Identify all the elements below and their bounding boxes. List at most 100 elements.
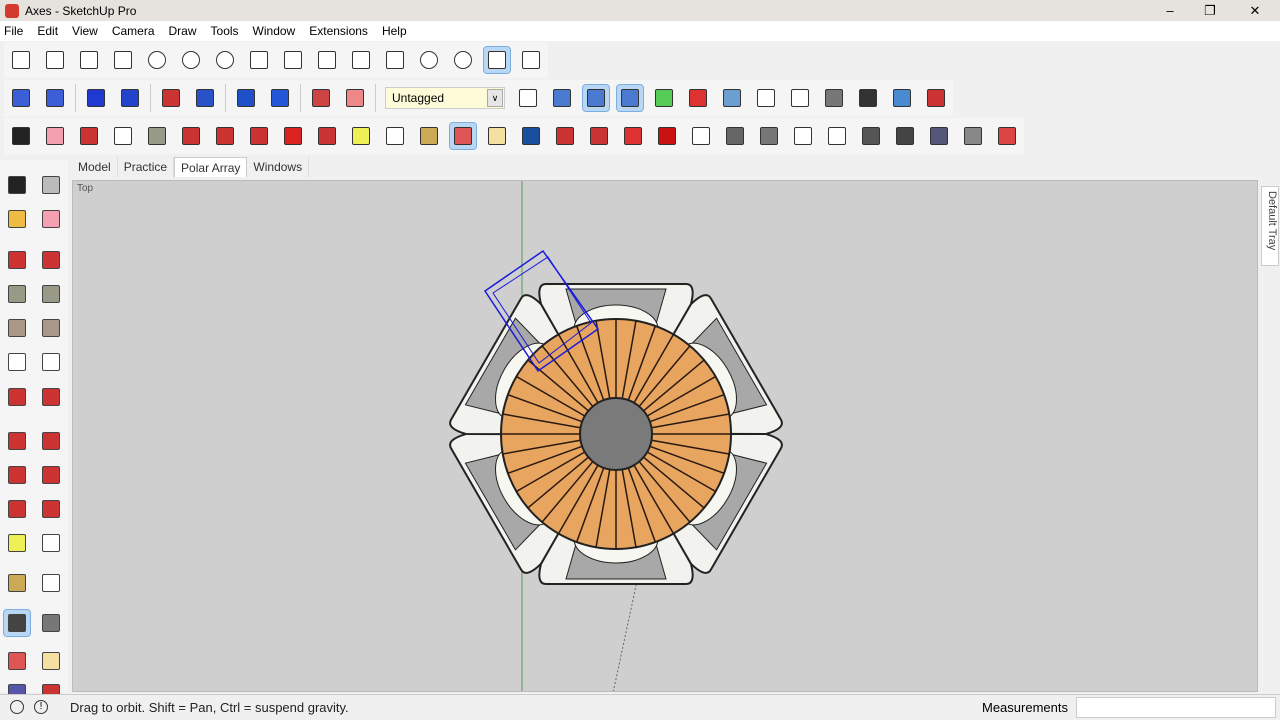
capsule-icon[interactable]	[314, 47, 340, 73]
zoom-tool-icon[interactable]	[4, 648, 30, 674]
shed-icon[interactable]	[892, 123, 918, 149]
orbit-tool-icon[interactable]	[3, 609, 31, 637]
dome-icon[interactable]	[280, 47, 306, 73]
pyramid-icon[interactable]	[110, 47, 136, 73]
shaded-icon[interactable]	[821, 85, 847, 111]
rotate-tool-icon[interactable]	[4, 428, 30, 454]
joint-icon[interactable]	[342, 85, 368, 111]
tab-practice[interactable]: Practice	[118, 157, 175, 177]
move-down-icon[interactable]	[158, 85, 184, 111]
flip-icon[interactable]	[233, 85, 259, 111]
styles-icon[interactable]	[994, 123, 1020, 149]
geosphere-icon[interactable]	[416, 47, 442, 73]
tape-tool-icon[interactable]	[4, 496, 30, 522]
top-view-icon[interactable]	[582, 84, 610, 112]
section-cut-icon[interactable]	[685, 85, 711, 111]
wedge-icon[interactable]	[76, 47, 102, 73]
arc-tool-icon[interactable]	[4, 349, 30, 375]
chevron-down-icon[interactable]: ∨	[487, 89, 503, 107]
iso-icon[interactable]	[549, 85, 575, 111]
paint-tool-icon[interactable]	[4, 206, 30, 232]
freehand-tool-icon[interactable]	[38, 247, 64, 273]
text-icon[interactable]	[382, 123, 408, 149]
hidden-line-icon[interactable]	[787, 85, 813, 111]
helix-icon[interactable]	[518, 47, 544, 73]
offset-tool-icon[interactable]	[38, 462, 64, 488]
menu-help[interactable]: Help	[382, 24, 407, 38]
tape-measure-icon[interactable]	[348, 123, 374, 149]
close-button[interactable]: ✕	[1235, 0, 1275, 21]
geo-location-icon[interactable]	[10, 700, 24, 714]
eraser-tool-icon[interactable]	[38, 206, 64, 232]
front-3d-icon[interactable]	[616, 84, 644, 112]
measurements-input[interactable]	[1076, 697, 1276, 718]
house-icon[interactable]	[722, 123, 748, 149]
select-icon[interactable]	[8, 123, 34, 149]
ruby-icon[interactable]	[654, 123, 680, 149]
tab-windows[interactable]: Windows	[247, 157, 310, 177]
axes-icon[interactable]	[515, 85, 541, 111]
move-tool-icon[interactable]	[4, 384, 30, 410]
door-icon[interactable]	[756, 123, 782, 149]
roof-icon[interactable]	[858, 123, 884, 149]
section-plane-icon[interactable]	[651, 85, 677, 111]
monochrome-icon[interactable]	[889, 85, 915, 111]
polygon-tool-icon[interactable]	[38, 315, 64, 341]
hemisphere-icon[interactable]	[450, 47, 476, 73]
move-up-icon[interactable]	[117, 85, 143, 111]
scale-tool-icon[interactable]	[314, 123, 340, 149]
pan-icon[interactable]	[484, 123, 510, 149]
zoom-icon[interactable]	[518, 123, 544, 149]
circle-tool-icon[interactable]	[4, 315, 30, 341]
eraser-icon[interactable]	[42, 123, 68, 149]
arc-icon[interactable]	[110, 123, 136, 149]
extension-icon[interactable]	[620, 123, 646, 149]
side-view-icon[interactable]	[42, 85, 68, 111]
dodecahedron-icon[interactable]	[382, 47, 408, 73]
profile-icon[interactable]	[688, 123, 714, 149]
box-icon[interactable]	[8, 47, 34, 73]
menu-window[interactable]: Window	[253, 24, 296, 38]
scale-tool-icon[interactable]	[4, 462, 30, 488]
polyhedron-icon[interactable]	[483, 46, 511, 74]
menu-file[interactable]: File	[4, 24, 23, 38]
sandbox-icon[interactable]	[926, 123, 952, 149]
extrude-icon[interactable]	[83, 85, 109, 111]
rotated-rect-tool-icon[interactable]	[38, 281, 64, 307]
solid-icon[interactable]	[960, 123, 986, 149]
text-tool-icon[interactable]	[38, 530, 64, 556]
textured-icon[interactable]	[855, 85, 881, 111]
pencil-icon[interactable]	[76, 123, 102, 149]
color-by-tag-icon[interactable]	[923, 85, 949, 111]
menu-tools[interactable]: Tools	[211, 24, 239, 38]
minimize-button[interactable]: –	[1150, 0, 1190, 21]
follow-me-tool-icon[interactable]	[38, 428, 64, 454]
cylinder-icon[interactable]	[212, 47, 238, 73]
rotate-cw-icon[interactable]	[267, 85, 293, 111]
paint-bucket-icon[interactable]	[416, 123, 442, 149]
wireframe-icon[interactable]	[753, 85, 779, 111]
menu-extensions[interactable]: Extensions	[309, 24, 368, 38]
push-pull-tool-icon[interactable]	[38, 384, 64, 410]
rotate-ccw-icon[interactable]	[308, 85, 334, 111]
menu-camera[interactable]: Camera	[112, 24, 155, 38]
3d-viewport[interactable]: Top	[72, 180, 1258, 692]
home-icon[interactable]	[790, 123, 816, 149]
select-tool-icon[interactable]	[4, 172, 30, 198]
orbit-icon[interactable]	[449, 122, 477, 150]
component-tool-icon[interactable]	[38, 172, 64, 198]
cylinder-flat-icon[interactable]	[144, 47, 170, 73]
pan-tool-icon[interactable]	[38, 610, 64, 636]
scale-icon[interactable]	[192, 85, 218, 111]
default-tray-tab[interactable]: Default Tray	[1261, 186, 1279, 266]
rectangle-tool-icon[interactable]	[4, 281, 30, 307]
menu-edit[interactable]: Edit	[37, 24, 58, 38]
store-icon[interactable]	[824, 123, 850, 149]
tag-dropdown[interactable]: Untagged ∨	[385, 87, 505, 109]
menu-draw[interactable]: Draw	[169, 24, 197, 38]
rotate-icon[interactable]	[280, 123, 306, 149]
torus-icon[interactable]	[348, 47, 374, 73]
xray-icon[interactable]	[719, 85, 745, 111]
warehouse-icon[interactable]	[586, 123, 612, 149]
rectangle-icon[interactable]	[144, 123, 170, 149]
